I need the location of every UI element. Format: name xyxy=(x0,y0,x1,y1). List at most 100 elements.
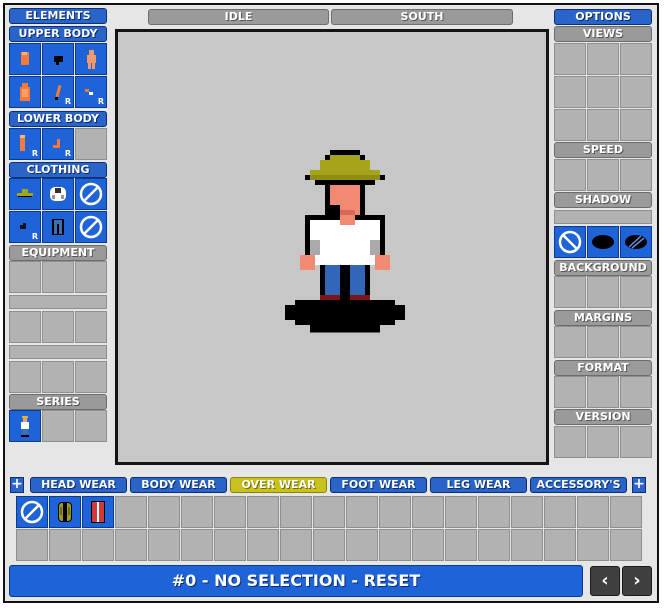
equipment-bar xyxy=(9,295,107,309)
torso-part-tile[interactable] xyxy=(9,76,41,108)
margins-header: MARGINS xyxy=(554,310,652,326)
views-header: VIEWS xyxy=(554,26,652,42)
speed-slot xyxy=(554,159,586,191)
item-slot xyxy=(49,529,81,561)
right-hand-tile[interactable]: R xyxy=(75,76,107,108)
item-slot xyxy=(181,496,213,528)
item-slot xyxy=(280,496,312,528)
item-slot xyxy=(280,529,312,561)
green-vest-tile[interactable] xyxy=(49,496,81,528)
hair-part-tile[interactable] xyxy=(42,43,74,75)
background-slot xyxy=(587,276,619,308)
character-preview-canvas[interactable] xyxy=(115,29,549,465)
item-slot xyxy=(478,496,510,528)
red-coat-tile[interactable] xyxy=(82,496,114,528)
item-slot xyxy=(115,529,147,561)
background-slot xyxy=(554,276,586,308)
series-character-tile[interactable] xyxy=(9,410,41,442)
tab-over-wear[interactable]: OVER WEAR xyxy=(230,477,327,493)
equipment-slot xyxy=(75,311,107,343)
right-arm-tile[interactable]: R xyxy=(42,76,74,108)
item-slot xyxy=(445,496,477,528)
pants-clothing-tile[interactable] xyxy=(42,211,74,243)
item-slot xyxy=(148,496,180,528)
tab-accessories[interactable]: ACCESSORY'S xyxy=(530,477,627,493)
version-slot xyxy=(554,426,586,458)
clothing-header: CLOTHING xyxy=(9,162,107,178)
speed-slot xyxy=(620,159,652,191)
margins-slot xyxy=(620,326,652,358)
version-slot xyxy=(620,426,652,458)
equipment-slot xyxy=(42,311,74,343)
item-slot xyxy=(247,529,279,561)
version-slot xyxy=(587,426,619,458)
item-slot xyxy=(544,529,576,561)
full-body-tile[interactable] xyxy=(75,43,107,75)
item-slot xyxy=(478,529,510,561)
right-leg-tile[interactable]: R xyxy=(9,128,41,160)
tab-leg-wear[interactable]: LEG WEAR xyxy=(430,477,527,493)
add-right-button[interactable]: + xyxy=(632,477,646,493)
views-slot xyxy=(587,109,619,141)
equipment-slot xyxy=(42,261,74,293)
item-slot xyxy=(379,529,411,561)
elements-header: ELEMENTS xyxy=(9,8,107,24)
no-shadow-tile[interactable] xyxy=(554,226,586,258)
views-slot xyxy=(554,109,586,141)
series-slot xyxy=(75,410,107,442)
series-slot xyxy=(42,410,74,442)
item-slot xyxy=(181,529,213,561)
views-slot xyxy=(554,76,586,108)
dithered-shadow-tile[interactable] xyxy=(620,226,652,258)
item-slot xyxy=(346,496,378,528)
views-slot xyxy=(620,109,652,141)
series-header: SERIES xyxy=(9,394,107,410)
no-overwear-tile[interactable] xyxy=(16,496,48,528)
speed-slot xyxy=(587,159,619,191)
right-side-marker: R xyxy=(97,97,104,106)
item-slot xyxy=(379,496,411,528)
right-foot-tile[interactable]: R xyxy=(42,128,74,160)
tab-head-wear[interactable]: HEAD WEAR xyxy=(30,477,127,493)
next-button[interactable]: › xyxy=(622,566,652,596)
background-header: BACKGROUND xyxy=(554,260,652,276)
item-slot xyxy=(346,529,378,561)
no-clothing-tile[interactable] xyxy=(75,178,107,210)
animation-select[interactable]: IDLE xyxy=(148,9,329,25)
right-glove-tile[interactable]: R xyxy=(9,211,41,243)
speed-header: SPEED xyxy=(554,142,652,158)
head-part-tile[interactable] xyxy=(9,43,41,75)
lower-body-header: LOWER BODY xyxy=(9,111,107,127)
views-slot xyxy=(620,76,652,108)
item-slot xyxy=(82,529,114,561)
equipment-slot xyxy=(75,261,107,293)
direction-select[interactable]: SOUTH xyxy=(331,9,513,25)
shadow-bar xyxy=(554,210,652,224)
right-side-marker: R xyxy=(31,232,38,241)
item-slot xyxy=(412,496,444,528)
shirt-clothing-tile[interactable] xyxy=(42,178,74,210)
equipment-bar xyxy=(9,345,107,359)
character-sprite xyxy=(285,150,405,333)
equipment-slot xyxy=(75,361,107,393)
item-slot xyxy=(148,529,180,561)
equipment-slot xyxy=(9,261,41,293)
solid-shadow-tile[interactable] xyxy=(587,226,619,258)
item-slot xyxy=(610,496,642,528)
upper-body-header: UPPER BODY xyxy=(9,26,107,42)
background-slot xyxy=(620,276,652,308)
empty-slot xyxy=(75,128,107,160)
views-slot xyxy=(587,76,619,108)
right-side-marker: R xyxy=(64,97,71,106)
no-clothing-tile-2[interactable] xyxy=(75,211,107,243)
previous-button[interactable]: ‹ xyxy=(590,566,620,596)
tab-foot-wear[interactable]: FOOT WEAR xyxy=(330,477,427,493)
add-left-button[interactable]: + xyxy=(10,477,24,493)
hat-clothing-tile[interactable] xyxy=(9,178,41,210)
item-slot xyxy=(115,496,147,528)
tab-body-wear[interactable]: BODY WEAR xyxy=(130,477,227,493)
right-side-marker: R xyxy=(64,149,71,158)
format-slot xyxy=(620,376,652,408)
item-slot xyxy=(313,496,345,528)
selection-status-bar[interactable]: #0 - NO SELECTION - RESET xyxy=(9,565,583,597)
